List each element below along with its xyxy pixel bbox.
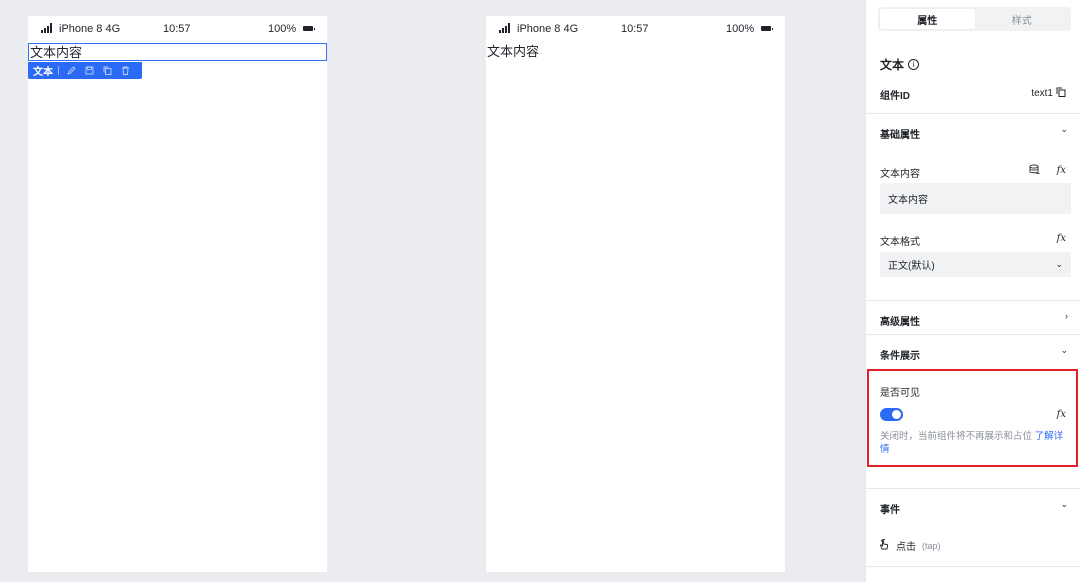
visible-toggle[interactable] [880,408,903,421]
component-title: 文本 i [880,56,920,73]
toolbar-divider [58,66,59,75]
event-tap-label: 点击 [896,542,916,553]
text-component[interactable]: 文本内容 [486,43,539,61]
text-format-label: 文本格式 [880,237,920,248]
text-format-select[interactable]: 正文(默认) ⌄ [880,252,1071,277]
database-icon[interactable] [1029,164,1040,178]
visible-label: 是否可见 [880,388,920,399]
tap-icon [878,538,890,553]
chevron-down-icon[interactable]: ⌄ [1060,499,1068,510]
status-time: 10:57 [163,23,191,35]
phone-preview-editor: iPhone 8 4G 10:57 100% 文本内容 文本 [28,16,327,572]
component-id-value-row: text1 [1031,87,1066,100]
divider [866,300,1080,301]
toolbar-component-label: 文本 [33,67,53,78]
status-time: 10:57 [621,23,649,35]
chevron-right-icon[interactable]: › [1065,311,1068,321]
text-content-label: 文本内容 [880,169,920,180]
hint-text: 关闭时，当前组件将不再展示和占位 [880,431,1035,442]
text-format-value: 正文(默认) [888,261,935,272]
fx-icon[interactable]: fx [1057,233,1066,244]
status-bar: iPhone 8 4G 10:57 100% [486,16,785,42]
event-tap-row[interactable]: 点击 (tap) [878,538,941,553]
chevron-down-icon: ⌄ [1055,259,1063,269]
divider [866,113,1080,114]
battery-icon [761,26,773,31]
battery-percent: 100% [268,23,297,35]
carrier-label: iPhone 8 4G [59,23,121,35]
tab-styles[interactable]: 样式 [975,9,1070,29]
phone-preview-runtime: iPhone 8 4G 10:57 100% 文本内容 [486,16,785,572]
signal-icon [499,23,512,33]
section-basic-properties[interactable]: 基础属性 [880,126,920,141]
carrier-label: iPhone 8 4G [517,23,579,35]
divider [866,334,1080,335]
tab-properties[interactable]: 属性 [880,9,975,29]
save-icon[interactable] [82,65,97,77]
fx-icon[interactable]: fx [1057,409,1066,420]
battery-percent: 100% [726,23,755,35]
signal-icon [41,23,54,33]
section-advanced-properties[interactable]: 高级属性 [880,313,920,328]
chevron-down-icon[interactable]: ⌄ [1060,345,1068,356]
divider [866,566,1080,567]
visible-hint: 关闭时，当前组件将不再展示和占位 了解详情 [880,430,1070,456]
edit-icon[interactable] [64,65,79,77]
component-id-value: text1 [1031,88,1053,99]
component-title-label: 文本 [880,58,905,72]
text-component-selected[interactable]: 文本内容 [28,43,327,61]
delete-icon[interactable] [118,65,133,77]
chevron-down-icon[interactable]: ⌄ [1060,124,1068,135]
section-events[interactable]: 事件 [880,501,900,516]
component-toolbar: 文本 [28,62,142,79]
status-bar: iPhone 8 4G 10:57 100% [28,16,327,42]
divider [866,488,1080,489]
event-tap-sub: (tap) [922,540,941,551]
text-content-textarea[interactable]: 文本内容 [880,183,1071,214]
copy-id-icon[interactable] [1056,87,1066,100]
info-icon[interactable]: i [908,59,920,70]
component-id-label: 组件ID [880,91,910,102]
copy-icon[interactable] [100,65,115,77]
panel-tabs: 属性 样式 [878,7,1071,31]
fx-icon[interactable]: fx [1057,165,1066,176]
properties-panel: 属性 样式 文本 i 组件ID text1 基础属性 ⌄ 文本内容 fx 文本内… [865,0,1080,582]
battery-icon [303,26,315,31]
section-conditional-display[interactable]: 条件展示 [880,347,920,362]
